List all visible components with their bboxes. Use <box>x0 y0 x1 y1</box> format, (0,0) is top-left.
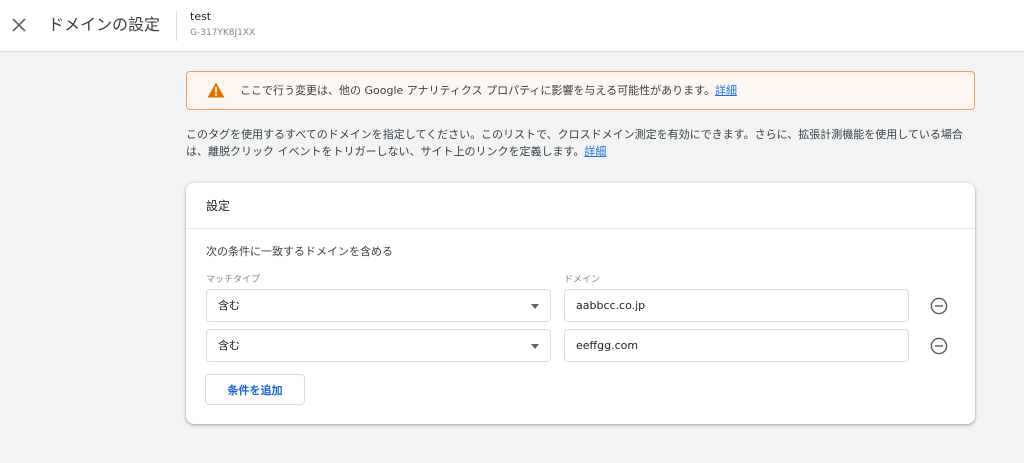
property-id: G-317YK8J1XX <box>190 28 256 38</box>
match-type-value: 含む <box>218 299 240 312</box>
dropdown-arrow-icon <box>531 344 539 349</box>
match-type-label: マッチタイプ <box>206 275 261 285</box>
match-type-value: 含む <box>218 339 240 352</box>
match-type-select[interactable]: 含む <box>206 289 551 322</box>
description-details-link[interactable]: 詳細 <box>584 145 606 158</box>
condition-heading: 次の条件に一致するドメインを含める <box>206 245 393 258</box>
card-divider <box>186 228 975 229</box>
warning-message: ここで行う変更は、他の Google アナリティクス プロパティに影響を与える可… <box>240 84 715 97</box>
add-condition-button[interactable]: 条件を追加 <box>205 374 305 405</box>
settings-title: 設定 <box>206 199 231 213</box>
settings-card: 設定 次の条件に一致するドメインを含める マッチタイプ ドメイン 含む 含む 条… <box>186 183 975 424</box>
dropdown-arrow-icon <box>531 304 539 309</box>
top-app-bar: ドメインの設定 test G-317YK8J1XX <box>0 0 1024 52</box>
header-divider <box>176 11 177 41</box>
domain-input[interactable] <box>564 289 909 322</box>
warning-banner: ここで行う変更は、他の Google アナリティクス プロパティに影響を与える可… <box>186 71 975 110</box>
description-text: このタグを使用するすべてのドメインを指定してください。このリストで、クロスドメイ… <box>186 128 963 158</box>
warning-details-link[interactable]: 詳細 <box>715 84 737 97</box>
close-button[interactable] <box>6 12 32 38</box>
match-type-select[interactable]: 含む <box>206 329 551 362</box>
property-name: test <box>190 10 212 23</box>
page-title: ドメインの設定 <box>48 15 161 34</box>
domain-label: ドメイン <box>564 275 601 285</box>
remove-condition-icon[interactable] <box>930 337 948 355</box>
description: このタグを使用するすべてのドメインを指定してください。このリストで、クロスドメイ… <box>186 126 976 160</box>
domain-input[interactable] <box>564 329 909 362</box>
warning-icon <box>207 82 225 98</box>
close-icon <box>12 18 26 32</box>
remove-condition-icon[interactable] <box>930 297 948 315</box>
warning-text: ここで行う変更は、他の Google アナリティクス プロパティに影響を与える可… <box>240 83 737 98</box>
